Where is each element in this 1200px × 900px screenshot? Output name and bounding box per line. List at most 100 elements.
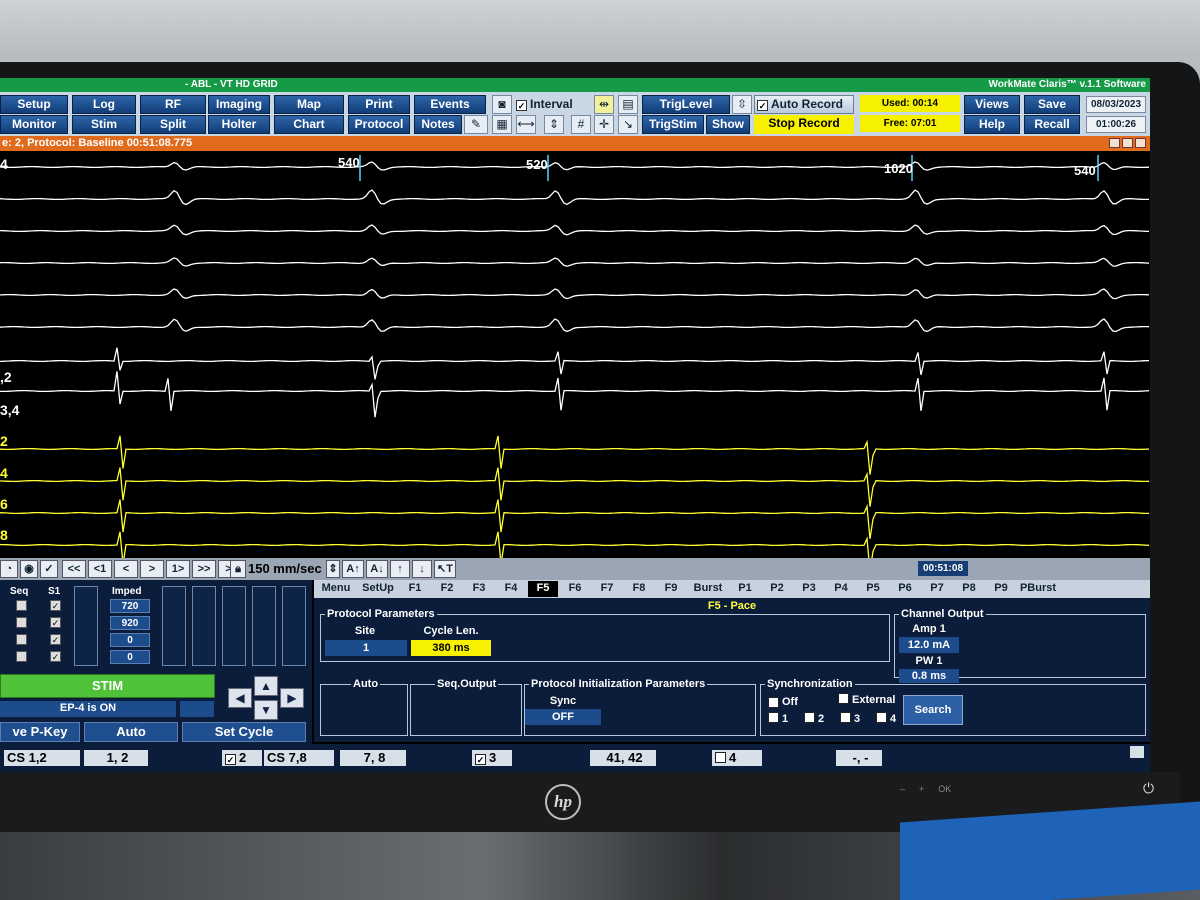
nav-back-button[interactable]: < (114, 560, 138, 578)
tab-f1[interactable]: F1 (400, 581, 430, 597)
tab-p3[interactable]: P3 (794, 581, 824, 597)
map-button[interactable]: Map (274, 95, 344, 114)
sync-value[interactable]: OFF (525, 709, 601, 725)
cycle-len-value[interactable]: 380 ms (411, 640, 491, 656)
minimize-icon[interactable] (1109, 138, 1120, 148)
cursor-icon[interactable]: ↖T (434, 560, 456, 578)
tab-f8[interactable]: F8 (624, 581, 654, 597)
sync-4-checkbox[interactable]: 4 (873, 712, 896, 728)
trigstim-button[interactable]: TrigStim (642, 115, 704, 134)
tab-f5[interactable]: F5 (528, 581, 558, 597)
gain-up-icon[interactable]: A↑ (342, 560, 364, 578)
note-pad-icon[interactable]: ✎ (464, 115, 488, 134)
s1-checkbox-2[interactable]: ✓ (50, 617, 61, 628)
tab-p2[interactable]: P2 (762, 581, 792, 597)
nav-first-button[interactable]: << (62, 560, 86, 578)
close-icon[interactable] (1135, 138, 1146, 148)
rf-button[interactable]: RF (140, 95, 206, 114)
events-button[interactable]: Events (414, 95, 486, 114)
chart-button[interactable]: Chart (274, 115, 344, 134)
help-button[interactable]: Help (964, 115, 1020, 134)
up-arrow-icon[interactable]: ↑ (390, 560, 410, 578)
arrow-right-icon[interactable]: ▶ (280, 688, 304, 708)
s1-checkbox-4[interactable]: ✓ (50, 651, 61, 662)
down-arrow-icon[interactable]: ↓ (412, 560, 432, 578)
notes-button[interactable]: Notes (414, 115, 462, 134)
speed-stepper-icon[interactable]: ⇕ (326, 560, 340, 578)
tab-p4[interactable]: P4 (826, 581, 856, 597)
check-icon[interactable]: ✓ (40, 560, 58, 578)
seq-checkbox-4[interactable] (16, 651, 27, 662)
seq-checkbox-1[interactable] (16, 600, 27, 611)
tab-p8[interactable]: P8 (954, 581, 984, 597)
sync-off-checkbox[interactable]: ✓ Off (765, 695, 798, 711)
s1-checkbox-3[interactable]: ✓ (50, 634, 61, 645)
seq-checkbox-3[interactable] (16, 634, 27, 645)
tab-setup[interactable]: SetUp (358, 581, 398, 597)
pin-icon[interactable]: ◉ (20, 560, 38, 578)
arrow-up-icon[interactable]: ▲ (254, 676, 278, 696)
monitor-button[interactable]: Monitor (0, 115, 68, 134)
monitor-minus-button[interactable]: – (900, 784, 905, 800)
expand-icon[interactable] (1130, 746, 1144, 758)
holter-button[interactable]: Holter (208, 115, 270, 134)
updown-icon[interactable]: ⇳ (732, 95, 752, 114)
setup-button[interactable]: Setup (0, 95, 68, 114)
camera-icon[interactable]: ◙ (492, 95, 512, 114)
monitor-plus-button[interactable]: + (919, 784, 924, 800)
imaging-button[interactable]: Imaging (208, 95, 270, 114)
print-button[interactable]: Print (348, 95, 410, 114)
nav-forward-one-button[interactable]: 1> (166, 560, 190, 578)
auto-button[interactable]: Auto (84, 722, 178, 742)
tab-menu[interactable]: Menu (316, 581, 356, 597)
nav-back-one-button[interactable]: <1 (88, 560, 112, 578)
status-checkbox-2[interactable]: ✓ 2 (222, 750, 262, 766)
amp-value[interactable]: 12.0 mA (899, 637, 959, 653)
sync-2-checkbox[interactable]: 2 (801, 712, 824, 728)
h-caliper-icon[interactable]: ⟷ (516, 115, 536, 134)
pw-value[interactable]: 0.8 ms (899, 669, 959, 683)
sync-3-checkbox[interactable]: 3 (837, 712, 860, 728)
recall-button[interactable]: Recall (1024, 115, 1080, 134)
auto-record-checkbox[interactable]: ✓ Auto Record (754, 95, 854, 114)
seq-checkbox-2[interactable] (16, 617, 27, 628)
march-icon[interactable]: ⇹ (594, 95, 614, 114)
s1-checkbox-1[interactable]: ✓ (50, 600, 61, 611)
views-button[interactable]: Views (964, 95, 1020, 114)
lock-icon[interactable]: 🔒︎ (230, 560, 246, 578)
show-button[interactable]: Show (706, 115, 750, 134)
split-button[interactable]: Split (140, 115, 206, 134)
set-cycle-button[interactable]: Set Cycle (182, 722, 306, 742)
grid-icon[interactable]: ▦ (492, 115, 512, 134)
stim-button[interactable]: STIM (0, 674, 215, 698)
tab-f2[interactable]: F2 (432, 581, 462, 597)
arrow-left-icon[interactable]: ◀ (228, 688, 252, 708)
power-icon[interactable]: ⏻ (1143, 780, 1154, 797)
diagonal-arrow-icon[interactable]: ↘ (618, 115, 638, 134)
tab-p6[interactable]: P6 (890, 581, 920, 597)
tab-f7[interactable]: F7 (592, 581, 622, 597)
tab-f3[interactable]: F3 (464, 581, 494, 597)
tab-pburst[interactable]: PBurst (1018, 581, 1058, 597)
scan-icon[interactable]: ◔ (0, 560, 18, 578)
restore-icon[interactable] (1122, 138, 1133, 148)
hash-icon[interactable]: # (571, 115, 591, 134)
calculator-icon[interactable]: ▤ (618, 95, 638, 114)
nav-forward-button[interactable]: > (140, 560, 164, 578)
save-pkey-button[interactable]: ve P-Key (0, 722, 80, 742)
status-checkbox-4[interactable]: 4 (712, 750, 762, 766)
gain-down-icon[interactable]: A↓ (366, 560, 388, 578)
search-button[interactable]: Search (903, 695, 963, 725)
log-button[interactable]: Log (72, 95, 136, 114)
tab-f9[interactable]: F9 (656, 581, 686, 597)
tab-f6[interactable]: F6 (560, 581, 590, 597)
tab-f4[interactable]: F4 (496, 581, 526, 597)
v-caliper-icon[interactable]: ⇕ (544, 115, 564, 134)
triglevel-button[interactable]: TrigLevel (642, 95, 730, 114)
status-checkbox-3[interactable]: ✓ 3 (472, 750, 512, 766)
save-button[interactable]: Save (1024, 95, 1080, 114)
stop-record-button[interactable]: Stop Record (754, 115, 854, 134)
tab-p7[interactable]: P7 (922, 581, 952, 597)
site-value[interactable]: 1 (325, 640, 407, 656)
monitor-ok-button[interactable]: OK (938, 784, 951, 800)
